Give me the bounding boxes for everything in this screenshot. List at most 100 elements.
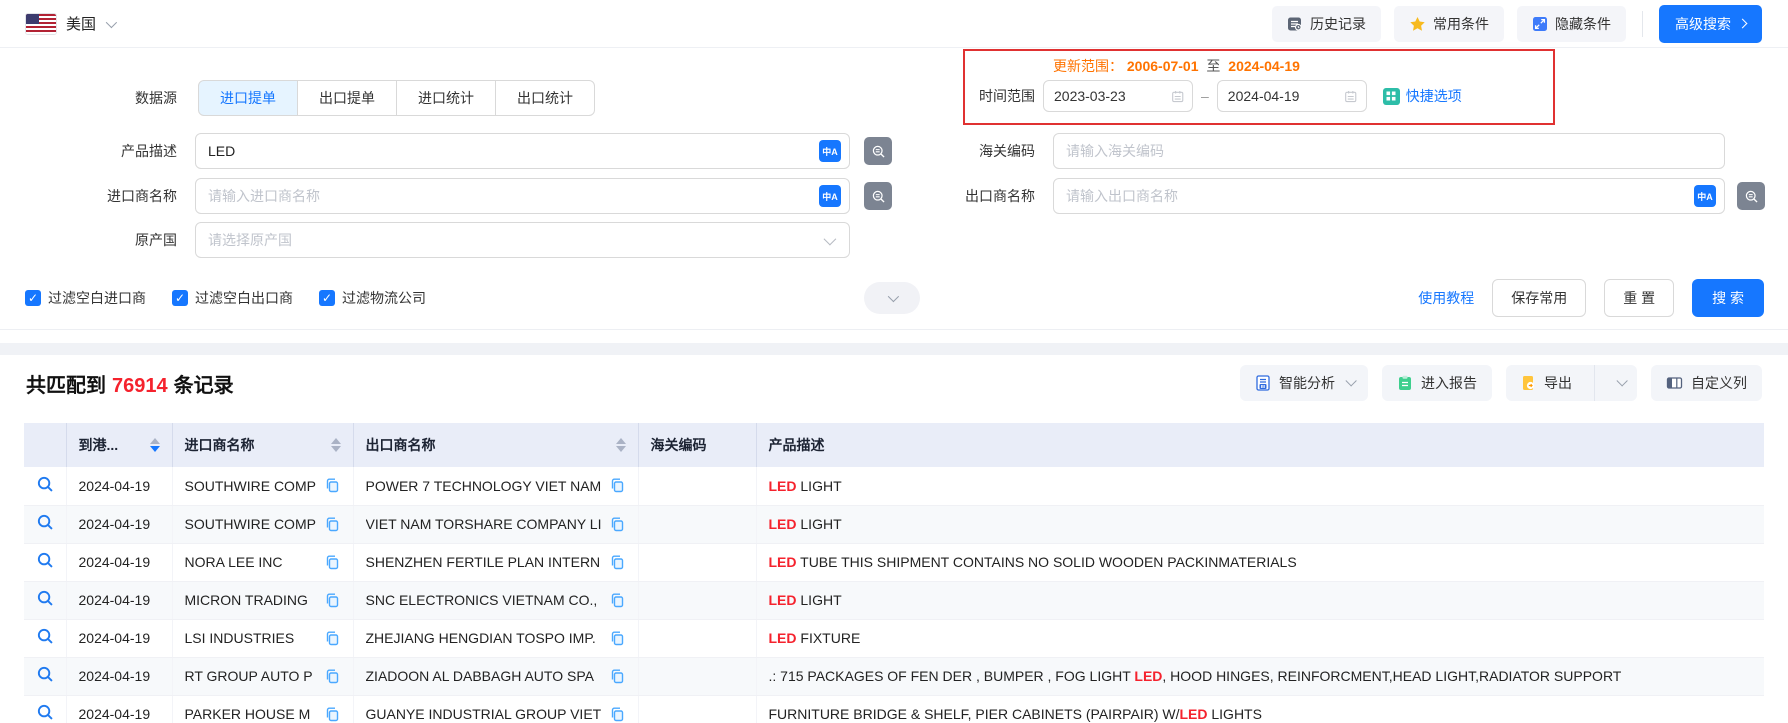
copy-button[interactable]	[609, 668, 626, 685]
copy-button[interactable]	[324, 668, 341, 685]
favorites-button[interactable]: 常用条件	[1394, 6, 1504, 42]
cell-date: 2024-04-19	[66, 695, 172, 723]
cell-exporter[interactable]: SNC ELECTRONICS VIETNAM CO.,	[366, 592, 598, 608]
checkbox-check-icon[interactable]: ✓	[319, 290, 335, 306]
copy-button[interactable]	[609, 554, 626, 571]
start-date-picker[interactable]	[1043, 80, 1193, 112]
row-detail-button[interactable]	[36, 627, 55, 646]
header-exporter-column[interactable]: 出口商名称	[353, 423, 638, 467]
tab-import-bol[interactable]: 进口提单	[198, 80, 298, 116]
chevron-down-icon[interactable]	[106, 16, 117, 27]
table-row: 2024-04-19 PARKER HOUSE M GUANYE INDUSTRIA…	[24, 695, 1764, 723]
hs-code-field[interactable]	[1053, 133, 1725, 169]
row-detail-button[interactable]	[36, 475, 55, 494]
cell-importer[interactable]: MICRON TRADING	[185, 592, 308, 608]
cell-importer[interactable]: NORA LEE INC	[185, 554, 283, 570]
calendar-icon	[1171, 89, 1184, 104]
tab-export-stats[interactable]: 出口统计	[495, 80, 595, 116]
importer-input[interactable]	[208, 188, 819, 204]
report-icon	[1397, 375, 1413, 391]
cell-exporter[interactable]: VIET NAM TORSHARE COMPANY LI	[366, 516, 602, 532]
filter-checkbox[interactable]: ✓过滤空白进口商	[25, 288, 146, 308]
filter-checkbox[interactable]: ✓过滤空白出口商	[172, 288, 293, 308]
columns-icon	[1666, 375, 1683, 391]
copy-button[interactable]	[609, 706, 626, 723]
smart-analysis-button[interactable]: BI 智能分析	[1240, 365, 1368, 401]
copy-button[interactable]	[609, 592, 626, 609]
enter-report-button[interactable]: 进入报告	[1382, 365, 1492, 401]
highlight-keyword: LED	[769, 592, 797, 608]
checkbox-check-icon[interactable]: ✓	[25, 290, 41, 306]
custom-columns-button[interactable]: 自定义列	[1651, 365, 1762, 401]
cell-exporter[interactable]: ZHEJIANG HENGDIAN TOSPO IMP.	[366, 630, 596, 646]
product-desc-field[interactable]: 中A	[195, 133, 850, 169]
cell-description: .: 715 PACKAGES OF FEN DER , BUMPER , FO…	[756, 657, 1764, 695]
origin-input[interactable]	[208, 232, 824, 248]
export-button[interactable]: 导出	[1506, 365, 1586, 401]
time-range-label: 时间范围	[979, 86, 1035, 106]
fuzzy-search-button[interactable]	[864, 137, 892, 165]
origin-select[interactable]	[195, 222, 850, 258]
copy-button[interactable]	[324, 554, 341, 571]
export-menu-button[interactable]	[1603, 365, 1637, 401]
row-detail-button[interactable]	[36, 703, 55, 722]
copy-button[interactable]	[324, 477, 341, 494]
translate-icon[interactable]: 中A	[1694, 185, 1716, 207]
row-detail-button[interactable]	[36, 513, 55, 532]
importer-field[interactable]: 中A	[195, 178, 850, 214]
row-detail-button[interactable]	[36, 551, 55, 570]
cell-importer[interactable]: LSI INDUSTRIES	[185, 630, 295, 646]
fuzzy-search-button[interactable]	[1737, 182, 1765, 210]
product-desc-input[interactable]	[208, 143, 819, 159]
start-date-input[interactable]	[1054, 88, 1171, 104]
quick-options-link[interactable]: 快捷选项	[1383, 86, 1462, 106]
topbar: 美国 历史记录 常用条件 隐藏条件 高级搜索	[0, 0, 1788, 48]
row-detail-button[interactable]	[36, 665, 55, 684]
copy-button[interactable]	[609, 477, 626, 494]
copy-button[interactable]	[324, 630, 341, 647]
copy-button[interactable]	[324, 592, 341, 609]
header-importer-column[interactable]: 进口商名称	[172, 423, 353, 467]
save-conditions-button[interactable]: 保存常用	[1492, 279, 1586, 317]
cell-exporter[interactable]: ZIADOON AL DABBAGH AUTO SPA	[366, 668, 594, 684]
advanced-search-button[interactable]: 高级搜索	[1659, 5, 1762, 43]
sort-icon[interactable]	[616, 438, 626, 452]
cell-exporter[interactable]: POWER 7 TECHNOLOGY VIET NAM	[366, 478, 602, 494]
end-date-picker[interactable]	[1217, 80, 1367, 112]
translate-icon[interactable]: 中A	[819, 185, 841, 207]
cell-importer[interactable]: RT GROUP AUTO P	[185, 668, 313, 684]
reset-button[interactable]: 重 置	[1604, 279, 1674, 317]
country-selector-label[interactable]: 美国	[66, 13, 96, 34]
history-button[interactable]: 历史记录	[1272, 6, 1381, 42]
tab-import-stats[interactable]: 进口统计	[396, 80, 496, 116]
sort-icon[interactable]	[331, 438, 341, 452]
row-detail-button[interactable]	[36, 589, 55, 608]
tab-export-bol[interactable]: 出口提单	[297, 80, 397, 116]
collapse-form-button[interactable]	[864, 282, 920, 314]
copy-button[interactable]	[609, 516, 626, 533]
header-date-column[interactable]: 到港...	[66, 423, 172, 467]
cell-importer[interactable]: PARKER HOUSE M	[185, 706, 311, 722]
search-button[interactable]: 搜 索	[1692, 279, 1764, 317]
copy-icon	[609, 554, 626, 571]
exporter-field[interactable]: 中A	[1053, 178, 1725, 214]
cell-importer[interactable]: SOUTHWIRE COMP	[185, 516, 316, 532]
search-panel: 数据源 进口提单 出口提单 进口统计 出口统计 更新范围： 2006-07-01…	[0, 48, 1788, 330]
hide-conditions-button[interactable]: 隐藏条件	[1517, 6, 1626, 42]
fuzzy-search-button[interactable]	[864, 182, 892, 210]
divider	[1642, 11, 1643, 37]
filter-checkbox[interactable]: ✓过滤物流公司	[319, 288, 426, 308]
end-date-input[interactable]	[1228, 88, 1345, 104]
translate-icon[interactable]: 中A	[819, 140, 841, 162]
copy-button[interactable]	[324, 516, 341, 533]
cell-importer[interactable]: SOUTHWIRE COMP	[185, 478, 316, 494]
cell-exporter[interactable]: GUANYE INDUSTRIAL GROUP VIET	[366, 706, 602, 722]
hs-code-input[interactable]	[1066, 143, 1716, 159]
copy-button[interactable]	[609, 630, 626, 647]
checkbox-check-icon[interactable]: ✓	[172, 290, 188, 306]
exporter-input[interactable]	[1066, 188, 1694, 204]
copy-button[interactable]	[324, 706, 341, 723]
tutorial-link[interactable]: 使用教程	[1418, 288, 1474, 308]
cell-exporter[interactable]: SHENZHEN FERTILE PLAN INTERN	[366, 554, 601, 570]
sort-icon[interactable]	[150, 438, 160, 452]
